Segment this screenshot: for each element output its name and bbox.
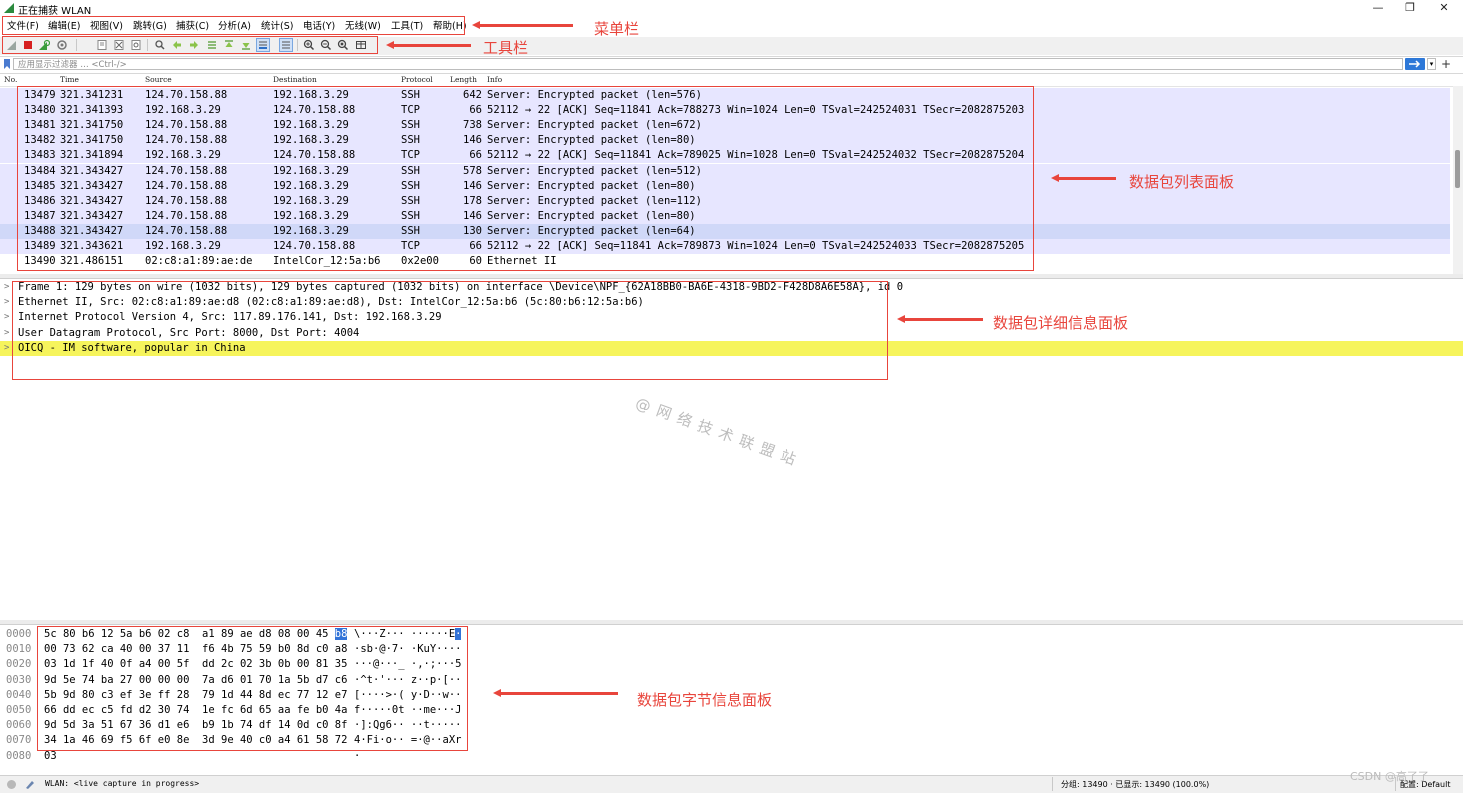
capture-status-text: WLAN: <live capture in progress> <box>45 779 200 788</box>
title-bar: 正在捕获 WLAN — ❐ ✕ <box>0 0 1463 17</box>
display-filter-input[interactable]: 应用显示过滤器 … <Ctrl-/> <box>13 58 1403 70</box>
annotation-arrow-bytes <box>493 689 618 697</box>
annotation-arrow-toolbar <box>386 41 471 49</box>
csdn-watermark: CSDN @高了了 <box>1350 770 1429 783</box>
hex-offset: 0040 <box>6 688 32 701</box>
hex-offset: 0000 <box>6 628 32 640</box>
annotation-box-bytes <box>37 626 468 751</box>
annotation-box-packet-list <box>17 86 1034 271</box>
hex-offset: 0080 <box>6 749 32 762</box>
apply-filter-button[interactable] <box>1405 58 1425 70</box>
annotation-label-details: 数据包详细信息面板 <box>993 314 1129 332</box>
annotation-box-details <box>12 281 888 380</box>
hex-offset: 0010 <box>6 643 32 656</box>
restore-button[interactable]: ❐ <box>1392 0 1428 16</box>
annotation-label-menubar: 菜单栏 <box>594 20 640 38</box>
column-header-source[interactable]: Source <box>145 75 172 84</box>
hex-offset: 0060 <box>6 719 32 732</box>
annotation-arrow-packet-list <box>1051 174 1116 182</box>
expand-arrow-icon[interactable]: > <box>4 295 9 310</box>
bookmark-icon[interactable] <box>3 59 11 69</box>
hex-offset: 0050 <box>6 704 32 716</box>
column-header-protocol[interactable]: Protocol <box>401 75 433 84</box>
hex-offset: 0070 <box>6 734 32 747</box>
display-filter-bar: 应用显示过滤器 … <Ctrl-/> ▾ + <box>0 56 1463 74</box>
annotation-label-bytes: 数据包字节信息面板 <box>637 691 773 709</box>
column-header-no[interactable]: No. <box>4 75 17 84</box>
expand-arrow-icon[interactable]: > <box>4 310 9 325</box>
annotation-arrow-menubar <box>472 21 573 29</box>
expert-info-icon[interactable] <box>6 779 17 790</box>
annotation-arrow-details <box>897 315 983 323</box>
hex-offset: 0020 <box>6 658 32 671</box>
add-filter-button[interactable]: + <box>1440 57 1452 71</box>
hex-offset: 0030 <box>6 673 32 686</box>
expand-arrow-icon[interactable]: > <box>4 326 9 341</box>
column-header-length[interactable]: Length <box>450 75 477 84</box>
window-title: 正在捕获 WLAN <box>18 6 92 17</box>
minimize-button[interactable]: — <box>1360 0 1396 16</box>
packet-count-text: 分组: 13490 · 已显示: 13490 (100.0%) <box>1061 780 1210 789</box>
close-button[interactable]: ✕ <box>1426 0 1462 16</box>
wireshark-logo-icon <box>3 2 15 14</box>
column-header-info[interactable]: Info <box>487 75 502 84</box>
status-bar: WLAN: <live capture in progress> 分组: 134… <box>0 775 1463 793</box>
expand-arrow-icon[interactable]: > <box>4 341 9 356</box>
expand-arrow-icon[interactable]: > <box>4 280 9 295</box>
capture-comment-icon[interactable] <box>24 779 36 790</box>
filter-history-dropdown[interactable]: ▾ <box>1427 58 1436 70</box>
column-header-destination[interactable]: Destination <box>273 75 317 84</box>
scrollbar-thumb[interactable] <box>1455 150 1460 188</box>
annotation-label-packet-list: 数据包列表面板 <box>1129 173 1235 191</box>
annotation-label-toolbar: 工具栏 <box>483 39 529 57</box>
status-divider <box>1052 777 1053 791</box>
packet-list-scrollbar[interactable] <box>1453 86 1463 274</box>
annotation-box-toolbar <box>2 36 378 54</box>
column-header-time[interactable]: Time <box>60 75 79 84</box>
annotation-box-menubar <box>2 16 465 35</box>
